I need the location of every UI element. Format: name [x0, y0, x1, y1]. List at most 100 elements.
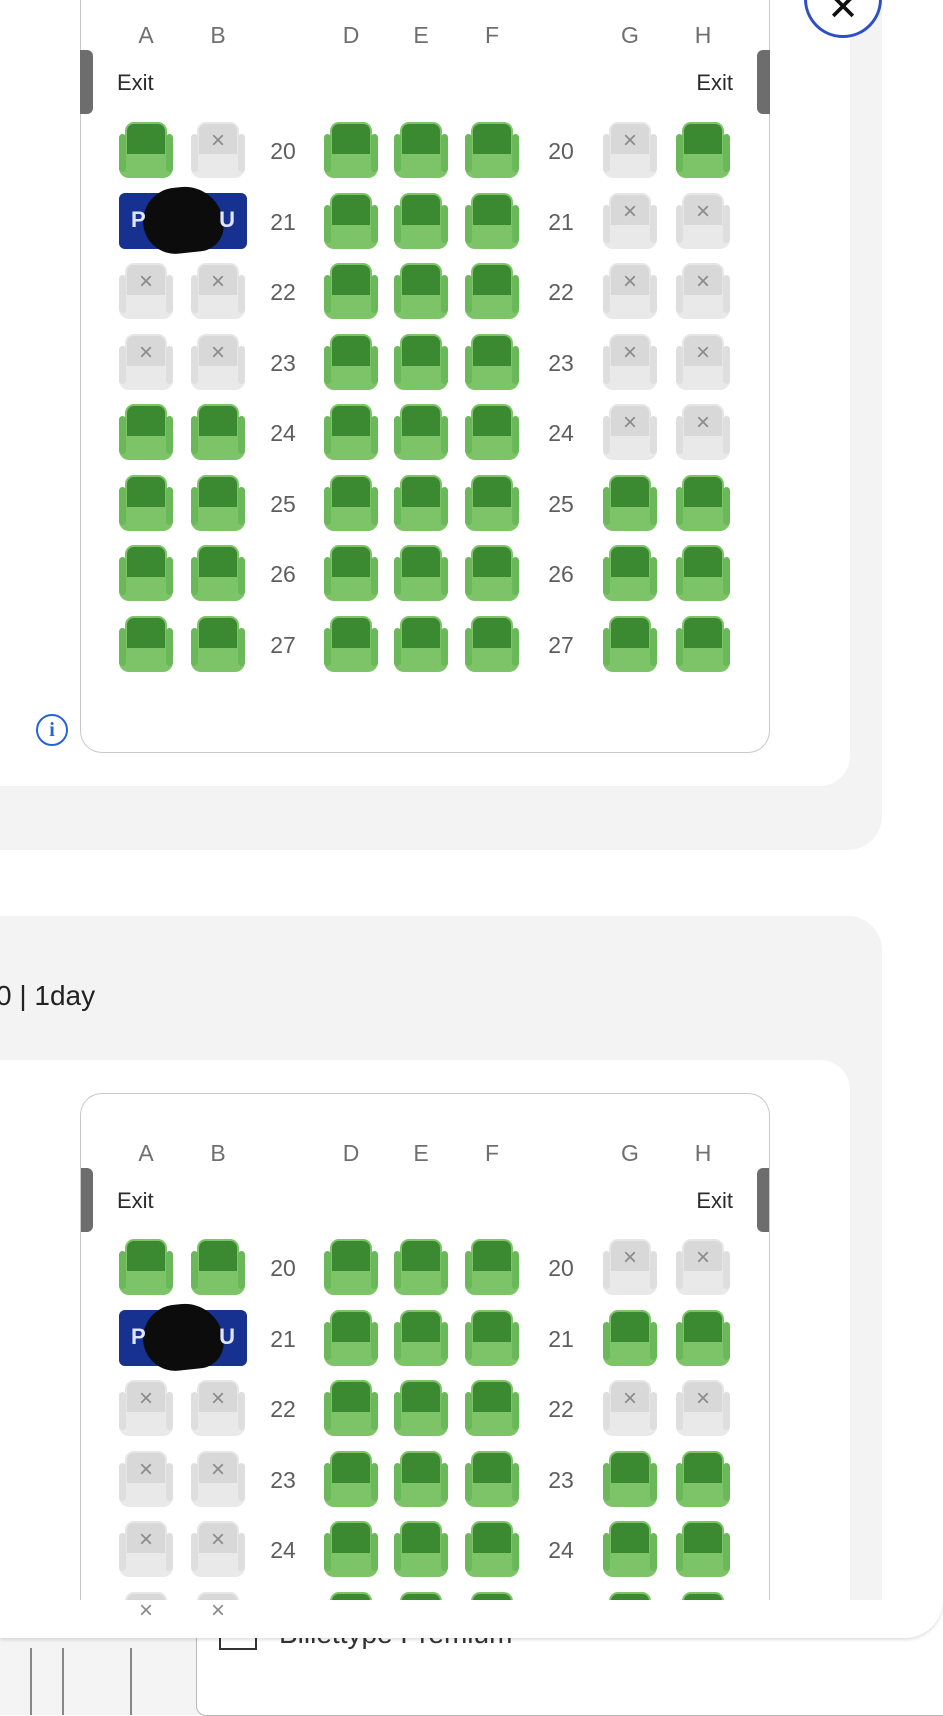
seat-26A[interactable]: [119, 545, 173, 603]
seat-22E[interactable]: [394, 263, 448, 321]
seat-part: [119, 627, 126, 666]
seat-26B[interactable]: [191, 545, 245, 603]
seat-21D[interactable]: [324, 1309, 378, 1368]
seat-22A[interactable]: ×: [119, 263, 173, 321]
seat-22G[interactable]: ×: [603, 263, 657, 321]
seat-22D[interactable]: [324, 1380, 378, 1438]
seat-25F[interactable]: [465, 474, 519, 533]
seat-23E[interactable]: [394, 1450, 448, 1509]
seat-26G[interactable]: [603, 545, 657, 603]
seat-24A[interactable]: [119, 404, 173, 462]
seat-21E[interactable]: [394, 192, 448, 251]
info-icon[interactable]: i: [36, 714, 68, 746]
seat-25A[interactable]: [119, 474, 173, 533]
exit-door-right: [757, 50, 770, 114]
seat-24F[interactable]: [465, 1521, 519, 1579]
seat-24B[interactable]: [191, 404, 245, 462]
seat-24H[interactable]: ×: [676, 404, 730, 462]
seat-20A[interactable]: [119, 1239, 173, 1297]
seat-24F[interactable]: [465, 404, 519, 462]
seat-22H[interactable]: ×: [676, 263, 730, 321]
seat-26H[interactable]: [676, 545, 730, 603]
seat-21G[interactable]: [603, 1309, 657, 1368]
seat-23A[interactable]: ×: [119, 333, 173, 392]
seat-26E[interactable]: [394, 545, 448, 603]
seat-25G[interactable]: [603, 474, 657, 533]
seat-20H[interactable]: [676, 122, 730, 180]
seat-27H[interactable]: [676, 615, 730, 674]
seat-27F[interactable]: [465, 615, 519, 674]
seat-22B[interactable]: ×: [191, 1380, 245, 1438]
seat-22H[interactable]: ×: [676, 1380, 730, 1438]
selected-seats-21[interactable]: PU: [119, 182, 247, 257]
seat-part: [324, 1392, 331, 1430]
seat-27G[interactable]: [603, 615, 657, 674]
seat-21F[interactable]: [465, 1309, 519, 1368]
seat-21E[interactable]: [394, 1309, 448, 1368]
seat-24B[interactable]: ×: [191, 1521, 245, 1579]
seat-23A[interactable]: ×: [119, 1450, 173, 1509]
seat-23E[interactable]: [394, 333, 448, 392]
seat-25E[interactable]: [394, 474, 448, 533]
seat-23B[interactable]: ×: [191, 333, 245, 392]
seat-20A[interactable]: [119, 122, 173, 180]
seat-22F[interactable]: [465, 1380, 519, 1438]
seat-20G[interactable]: ×: [603, 122, 657, 180]
seat-20D[interactable]: [324, 1239, 378, 1297]
seat-22A[interactable]: ×: [119, 1380, 173, 1438]
seat-22B[interactable]: ×: [191, 263, 245, 321]
seat-25H[interactable]: [676, 474, 730, 533]
seat-24A[interactable]: ×: [119, 1521, 173, 1579]
seat-part: [394, 1462, 401, 1501]
seat-21D[interactable]: [324, 192, 378, 251]
seat-25D[interactable]: [324, 474, 378, 533]
seat-21H[interactable]: [676, 1309, 730, 1368]
seat-23G[interactable]: ×: [603, 333, 657, 392]
seat-20G[interactable]: ×: [603, 1239, 657, 1297]
seat-24H[interactable]: [676, 1521, 730, 1579]
seat-20E[interactable]: [394, 1239, 448, 1297]
seat-27D[interactable]: [324, 615, 378, 674]
seat-23D[interactable]: [324, 333, 378, 392]
seat-27B[interactable]: [191, 615, 245, 674]
seat-24E[interactable]: [394, 1521, 448, 1579]
seat-27E[interactable]: [394, 615, 448, 674]
seat-20B[interactable]: [191, 1239, 245, 1297]
seat-20F[interactable]: [465, 122, 519, 180]
seat-21G[interactable]: ×: [603, 192, 657, 251]
seat-22G[interactable]: ×: [603, 1380, 657, 1438]
selected-seats-21[interactable]: PU: [119, 1299, 247, 1374]
seat-27A[interactable]: [119, 615, 173, 674]
seat-part: [324, 345, 331, 384]
seat-23H[interactable]: ×: [676, 333, 730, 392]
seat-24D[interactable]: [324, 404, 378, 462]
seat-23G[interactable]: [603, 1450, 657, 1509]
seat-part: [650, 1533, 657, 1571]
seat-20E[interactable]: [394, 122, 448, 180]
seat-23F[interactable]: [465, 333, 519, 392]
seat-20H[interactable]: ×: [676, 1239, 730, 1297]
seat-part: [394, 627, 401, 666]
seat-22F[interactable]: [465, 263, 519, 321]
seat-26D[interactable]: [324, 545, 378, 603]
seat-23B[interactable]: ×: [191, 1450, 245, 1509]
seat-25B[interactable]: [191, 474, 245, 533]
ticket-type-field[interactable]: Billettype Premium: [196, 1618, 943, 1716]
seat-26F[interactable]: [465, 545, 519, 603]
seat-part: [603, 365, 657, 390]
seat-24E[interactable]: [394, 404, 448, 462]
seat-20F[interactable]: [465, 1239, 519, 1297]
seat-22D[interactable]: [324, 263, 378, 321]
seat-23H[interactable]: [676, 1450, 730, 1509]
seat-20D[interactable]: [324, 122, 378, 180]
seat-24G[interactable]: [603, 1521, 657, 1579]
seat-24D[interactable]: [324, 1521, 378, 1579]
seat-24G[interactable]: ×: [603, 404, 657, 462]
seat-22E[interactable]: [394, 1380, 448, 1438]
seat-20B[interactable]: ×: [191, 122, 245, 180]
seat-21H[interactable]: ×: [676, 192, 730, 251]
seat-23F[interactable]: [465, 1450, 519, 1509]
seat-23D[interactable]: [324, 1450, 378, 1509]
seat-part: [119, 506, 173, 531]
seat-21F[interactable]: [465, 192, 519, 251]
